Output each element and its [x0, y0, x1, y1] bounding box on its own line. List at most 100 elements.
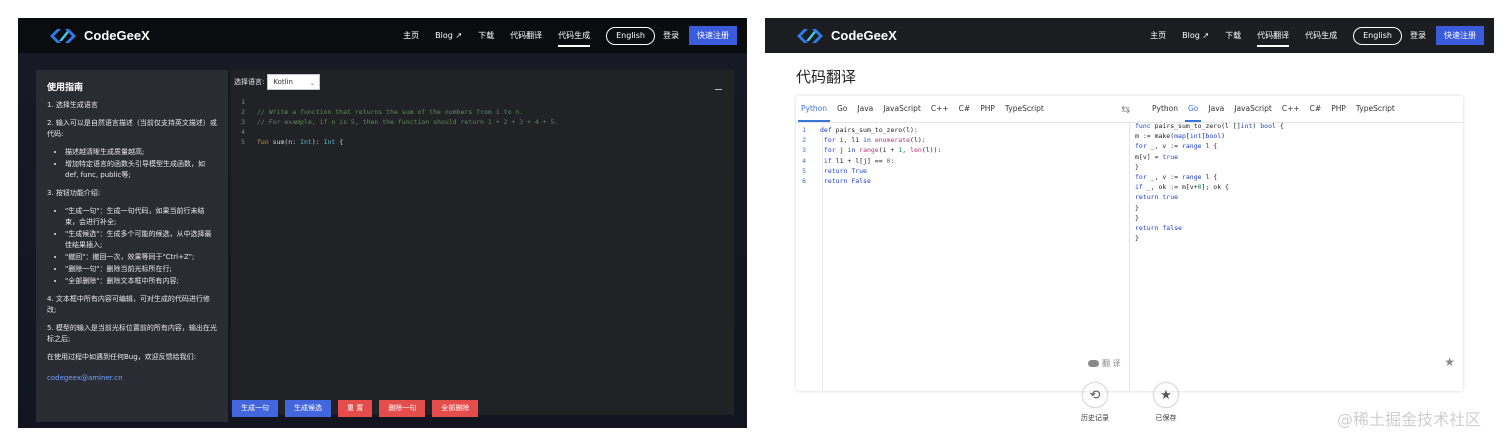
list-item: "生成一句"：生成一句代码，如果当前行未结束，会进行补全; — [65, 206, 217, 228]
code-editor[interactable]: 选择语言: Kotlin ⌄ 1 2// Write a function th… — [231, 70, 734, 415]
tab-target-python[interactable]: Python — [1152, 96, 1178, 122]
nav-links: 主页 Blog ↗ 下载 代码翻译 代码生成 English 登录 快速注册 — [395, 18, 737, 53]
nav-blog[interactable]: Blog ↗ — [435, 18, 462, 53]
login-link[interactable]: 登录 — [1410, 30, 1426, 41]
translation-card: Python Go Java JavaScript C++ C# PHP Typ… — [796, 96, 1463, 391]
list-item: "撤回"：撤回一次，效果等同于"Ctrl+Z"; — [65, 252, 217, 263]
tab-target-typescript[interactable]: TypeScript — [1356, 96, 1395, 122]
code-line: 4 — [241, 128, 245, 136]
language-select[interactable]: Kotlin ⌄ — [267, 74, 321, 90]
list-item: "生成候选"：生成多个可能的候选，从中选择最佳结果插入; — [65, 229, 217, 251]
history-action[interactable]: ⟲ 历史记录 — [1075, 382, 1115, 423]
codegeex-logo-icon — [50, 28, 76, 43]
nav-download[interactable]: 下载 — [478, 18, 494, 53]
code-line: 2// Write a function that returns the su… — [241, 108, 524, 116]
register-button[interactable]: 快速注册 — [1436, 26, 1484, 45]
tab-source-java[interactable]: Java — [857, 96, 873, 122]
editor-action-buttons: 生成一句 生成候选 重 置 删除一句 全部删除 — [232, 400, 479, 417]
tab-target-javascript[interactable]: JavaScript — [1234, 96, 1272, 122]
nav-code-generation[interactable]: 代码生成 — [558, 18, 591, 53]
register-button[interactable]: 快速注册 — [689, 26, 737, 45]
reset-button[interactable]: 重 置 — [338, 400, 373, 417]
top-navbar: CodeGeeX 主页 Blog ↗ 下载 代码翻译 代码生成 English … — [765, 18, 1494, 53]
codegeex-logo-icon — [797, 28, 823, 43]
code-line: func pairs_sum_to_zero(l []int) bool { — [1135, 122, 1284, 130]
code-line: 1 def pairs_sum_to_zero(l): — [802, 126, 918, 134]
brand-name: CodeGeeX — [831, 28, 897, 43]
nav-code-translation[interactable]: 代码翻译 — [510, 18, 542, 53]
language-label: 选择语言: — [234, 78, 265, 86]
code-line: m[v] = true — [1135, 152, 1179, 161]
swap-languages-icon[interactable]: ⇆ — [1121, 103, 1130, 116]
tab-source-javascript[interactable]: JavaScript — [883, 96, 921, 122]
language-selector-row: 选择语言: Kotlin ⌄ — [234, 74, 321, 90]
tab-source-csharp[interactable]: C# — [959, 96, 971, 122]
code-line: 5 return True — [802, 166, 867, 175]
nav-code-translation[interactable]: 代码翻译 — [1257, 18, 1290, 53]
brand-logo[interactable]: CodeGeeX — [48, 24, 150, 47]
saved-action[interactable]: ★ 已保存 — [1146, 382, 1186, 423]
tab-source-php[interactable]: PHP — [980, 96, 995, 122]
nav-blog[interactable]: Blog ↗ — [1182, 18, 1209, 53]
tab-source-python[interactable]: Python — [798, 96, 830, 122]
tab-target-cpp[interactable]: C++ — [1282, 96, 1300, 122]
list-item: 增加特定语言的函数头引导模型生成函数，如def, func, public等; — [65, 159, 217, 181]
code-line: for _, v := range l { — [1135, 173, 1218, 182]
tab-target-csharp[interactable]: C# — [1310, 96, 1322, 122]
guide-step-5: 5. 模型的输入是当前光标位置前的所有内容，输出在光标之后; — [47, 324, 217, 343]
nav-code-generation[interactable]: 代码生成 — [1305, 18, 1337, 53]
star-icon[interactable]: ★ — [1444, 355, 1455, 369]
code-line: for _, v := range l { — [1135, 142, 1218, 151]
tab-source-cpp[interactable]: C++ — [931, 96, 949, 122]
editor-code-area[interactable]: 1 2// Write a function that returns the … — [231, 97, 558, 147]
code-generation-page: CodeGeeX 主页 Blog ↗ 下载 代码翻译 代码生成 English … — [18, 18, 747, 428]
nav-home[interactable]: 主页 — [1150, 18, 1166, 53]
source-code-editor[interactable]: 1 def pairs_sum_to_zero(l): 2 for i, l1 i… — [796, 125, 941, 186]
code-line: } — [1135, 203, 1139, 212]
target-language-tabs: Python Go Java JavaScript C++ C# PHP Typ… — [1147, 96, 1400, 122]
code-line: if _, ok := m[v+0]; ok { — [1135, 183, 1229, 192]
list-item: "删除一句"：删除当前光标所在行; — [65, 264, 217, 275]
delete-all-button[interactable]: 全部删除 — [432, 400, 479, 417]
language-select-value: Kotlin — [273, 78, 293, 86]
generate-candidates-button[interactable]: 生成候选 — [285, 400, 331, 417]
guide-title: 使用指南 — [47, 83, 84, 93]
chevron-down-icon: ⌄ — [309, 79, 316, 87]
pane-divider — [1129, 122, 1130, 391]
translate-button[interactable]: 翻 译 — [1088, 358, 1121, 369]
code-line: } — [1135, 162, 1139, 171]
login-link[interactable]: 登录 — [663, 30, 679, 41]
language-toggle-button[interactable]: English — [1353, 26, 1402, 45]
language-toggle-button[interactable]: English — [606, 26, 655, 45]
guide-step-2-list: 描述越清晰生成质量越高; 增加特定语言的函数头引导模型生成函数，如def, fu… — [65, 147, 217, 181]
cloud-icon — [1088, 360, 1099, 367]
tab-target-go[interactable]: Go — [1184, 96, 1202, 122]
nav-home[interactable]: 主页 — [403, 18, 419, 53]
code-line: 1 — [241, 98, 245, 106]
tab-target-java[interactable]: Java — [1208, 96, 1224, 122]
code-line: } — [1135, 213, 1139, 222]
watermark: @稀土掘金技术社区 — [1337, 410, 1482, 429]
guide-step-2: 2. 输入可以是自然语言描述（当前仅支持英文描述）或代码: — [47, 119, 217, 138]
minimize-icon[interactable] — [715, 89, 722, 90]
guide-step-1: 1. 选择生成语言 — [47, 101, 98, 109]
feedback-email-link[interactable]: codegeex@aminer.cn — [47, 374, 123, 382]
tab-source-go[interactable]: Go — [837, 96, 847, 122]
code-translation-page: CodeGeeX 主页 Blog ↗ 下载 代码翻译 代码生成 English … — [765, 18, 1494, 428]
delete-line-button[interactable]: 删除一句 — [379, 400, 426, 417]
star-icon: ★ — [1153, 382, 1179, 408]
source-language-tabs: Python Go Java JavaScript C++ C# PHP Typ… — [796, 96, 1049, 122]
generate-line-button[interactable]: 生成一句 — [232, 400, 278, 417]
code-line: } — [1135, 234, 1139, 243]
guide-feedback: 在使用过程中如遇到任何Bug，欢迎反馈给我们: — [47, 353, 197, 361]
nav-download[interactable]: 下载 — [1225, 18, 1241, 53]
saved-label: 已保存 — [1155, 414, 1177, 422]
brand-logo[interactable]: CodeGeeX — [795, 24, 897, 47]
guide-step-4: 4. 文本框中所有内容可编辑，可对生成的代码进行修改; — [47, 295, 210, 314]
usage-guide-panel: 使用指南 1. 选择生成语言 2. 输入可以是自然语言描述（当前仅支持英文描述）… — [36, 70, 228, 422]
tab-source-typescript[interactable]: TypeScript — [1005, 96, 1044, 122]
code-line: 4 if l1 + l[j] == 0: — [802, 156, 895, 165]
target-code-editor[interactable]: func pairs_sum_to_zero(l []int) bool { m… — [1135, 121, 1284, 243]
tab-target-php[interactable]: PHP — [1331, 96, 1346, 122]
nav-links: 主页 Blog ↗ 下载 代码翻译 代码生成 English 登录 快速注册 — [1142, 18, 1484, 53]
